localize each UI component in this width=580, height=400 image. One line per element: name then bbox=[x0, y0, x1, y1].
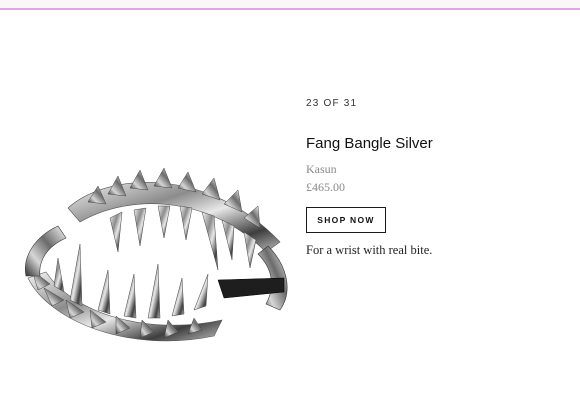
product-title[interactable]: Fang Bangle Silver bbox=[306, 135, 566, 152]
product-price: £465.00 bbox=[306, 180, 345, 194]
product-tagline: For a wrist with real bite. bbox=[306, 243, 433, 257]
top-accent-strip bbox=[0, 0, 580, 10]
slide-counter: 23 OF 31 bbox=[306, 98, 358, 109]
product-designer[interactable]: Kasun bbox=[306, 162, 566, 177]
fang-bangle-icon bbox=[25, 167, 288, 342]
shop-now-button[interactable]: SHOP NOW bbox=[306, 207, 386, 233]
product-image[interactable] bbox=[18, 160, 300, 360]
product-info: 23 OF 31 Fang Bangle Silver Kasun £465.0… bbox=[306, 98, 566, 258]
